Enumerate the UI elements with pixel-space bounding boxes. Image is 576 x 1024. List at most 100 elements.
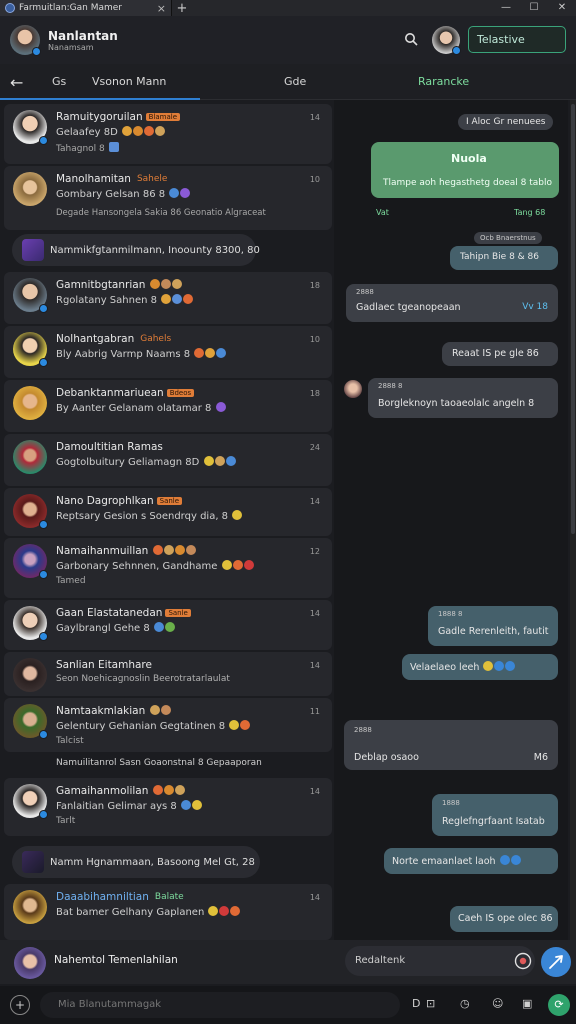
list-item[interactable]: Debanktanmariuean Bdeos By Aanter Gelanam… [4, 380, 332, 432]
message-text: Norte emaanlaet laoh [392, 856, 496, 867]
search-icon[interactable] [404, 32, 418, 46]
avatar [13, 890, 47, 924]
list-item[interactable]: Nolhantgabran Gahels Bly Aabrig Varmp Naa… [4, 326, 332, 378]
tab-gde[interactable]: Gde [284, 75, 306, 88]
channel-pill[interactable]: Nammikfgtanmilmann, Inoounty 8300, 80 [12, 234, 260, 266]
list-item[interactable]: Damoultitian Ramas Gogtolbuitury Geliama… [4, 434, 332, 486]
list-item[interactable]: Nano Dagrophlkan Sanle Reptsary Gesion s … [4, 488, 332, 536]
chat-thread: I Aloc Gr nenuees Nuola Tlampe aoh hegas… [334, 100, 568, 940]
bottom-input[interactable]: Mia Blanutammagak [40, 992, 400, 1018]
tab-close-icon[interactable]: × [157, 2, 166, 15]
title-bar: Farmuitlan:Gan Mamer × + — ☐ ✕ [0, 0, 576, 16]
avatar [13, 386, 47, 420]
emoji-icon [149, 279, 160, 289]
close-window-button[interactable]: ✕ [548, 0, 576, 16]
header-name: Nanlantan [48, 28, 118, 43]
message-bubble[interactable]: 1888 Reglefngrfaant Isatab [432, 794, 558, 836]
online-status-icon[interactable]: ⟳ [548, 994, 570, 1016]
tab-gs[interactable]: Gs [52, 75, 66, 88]
list-item[interactable]: Sanlian Eitamhare Seon Noehicagnoslin Be… [4, 652, 332, 696]
list-item[interactable]: Namaihanmuillan Garbonary Sehnnen, Gandh… [4, 538, 332, 598]
message-text: Reaat IS pe gle 86 [452, 348, 539, 359]
avatar [13, 172, 47, 206]
list-item-subtext: Tarlt [56, 816, 76, 826]
emoji-icon [169, 188, 180, 198]
emoji-icon [232, 560, 243, 570]
list-item[interactable]: Daaabihamniltian Balate Bat bamer Gelhany… [4, 884, 332, 940]
emoji-icon [121, 126, 132, 136]
message-bubble[interactable]: Reaat IS pe gle 86 [442, 342, 558, 366]
chat-scrollbar[interactable] [570, 100, 576, 940]
timer-icon[interactable]: ◷ [460, 997, 470, 1010]
list-item[interactable]: Gamaihanmolilan Fanlaitian Gelimar ays 8… [4, 778, 332, 836]
message-bubble[interactable]: Ocb Bnaerstnus [474, 232, 542, 244]
file-icon [108, 142, 119, 152]
message-time: 1888 [442, 799, 460, 807]
sticker-icon[interactable]: ▣ [522, 997, 532, 1010]
message-bubble[interactable]: Nuola Tlampe aoh hegasthetg doeal 8 tabl… [371, 142, 559, 198]
window-controls: — ☐ ✕ [492, 0, 576, 16]
list-item-name: Daaabihamniltian [56, 891, 149, 903]
emoji-icon [499, 855, 510, 865]
verified-badge-icon [39, 810, 48, 819]
profile-avatar[interactable] [432, 26, 461, 55]
list-item-subtext: Degade Hansongela Sakia 86 Geonatio Algr… [56, 208, 266, 218]
message-text: Tlampe aoh hegasthetg doeal 8 tablo [383, 178, 552, 188]
browser-tab[interactable]: Farmuitlan:Gan Mamer × [0, 0, 172, 16]
status-button[interactable]: Telastive [468, 26, 566, 53]
emoji-icon [225, 456, 236, 466]
text-format-icon[interactable]: D [412, 997, 420, 1010]
message-input[interactable]: Redaltenk [345, 946, 535, 976]
maximize-button[interactable]: ☐ [520, 0, 548, 16]
status-tag: Sahele [136, 174, 168, 184]
list-item[interactable]: Gaan Elastatanedan Sanle Gaylbrangl Gehe … [4, 600, 332, 650]
list-item[interactable]: Manolhamitan Sahele Gombary Gelsan 86 8 D… [4, 166, 332, 230]
message-bubble[interactable]: I Aloc Gr nenuees [458, 114, 554, 130]
keyboard-icon[interactable]: ⊡ [426, 997, 435, 1010]
message-bubble[interactable]: 2888 Gadlaec tgeanopeaan Vv 18 [346, 284, 558, 322]
emoji-picker-icon[interactable]: ☺ [492, 997, 503, 1010]
list-item-preview: Bly Aabrig Varmp Naams 8 [56, 349, 191, 360]
list-item-time: 14 [309, 787, 320, 796]
message-bubble[interactable]: Norte emaanlaet laoh [384, 848, 558, 874]
minimize-button[interactable]: — [492, 0, 520, 16]
list-item[interactable]: Namtaakmlakian Gelentury Gehanian Gegtat… [4, 698, 332, 752]
status-tag: Blamale [145, 113, 181, 121]
sender-avatar[interactable] [344, 380, 362, 398]
message-text: Ocb Bnaerstnus [480, 234, 536, 242]
channel-pill[interactable]: Namm Hgnammaan, Basoong Mel Gt, 28 [12, 846, 260, 878]
emoji-icon [232, 510, 243, 520]
message-bubble[interactable]: Tahipn Bie 8 & 86 [450, 246, 558, 270]
composer-avatar[interactable] [14, 947, 46, 979]
tab-rarancke[interactable]: Rarancke [418, 75, 469, 88]
message-bubble[interactable]: 2888 Deblap osaoo M6 [344, 720, 558, 770]
emoji-icon [161, 294, 172, 304]
channel-thumbnail-icon [22, 851, 44, 873]
add-attachment-button[interactable]: + [10, 995, 30, 1015]
tab-vsonon[interactable]: Vsonon Mann [92, 75, 166, 88]
list-item-preview: Garbonary Sehnnen, Gandhame [56, 561, 218, 572]
channel-thumbnail-icon [22, 239, 44, 261]
list-item[interactable]: Ramuitygoruilan Blamale Gelaafey 8D Tahag… [4, 104, 332, 164]
emoji-icon [143, 126, 154, 136]
list-item[interactable]: Gamnitbgtanrian Rgolatany Sahnen 8 18 [4, 272, 332, 324]
avatar [13, 658, 47, 692]
tabs-row: ← Gs Vsonon Mann Gde Rarancke [0, 64, 576, 100]
send-button[interactable] [541, 947, 571, 977]
avatar [13, 440, 47, 474]
message-bubble[interactable]: 1888 8 Gadle Rerenleith, fautit [428, 606, 558, 646]
list-item-name: Nano Dagrophlkan [56, 495, 154, 507]
emoji-icon [510, 855, 521, 865]
message-bubble[interactable]: 2888 8 Borgleknoyn taoaeolalc angeln 8 [368, 378, 558, 418]
message-text: I Aloc Gr nenuees [466, 117, 546, 127]
camera-icon[interactable] [514, 952, 532, 970]
new-tab-button[interactable]: + [172, 1, 192, 16]
scrollbar-thumb[interactable] [571, 104, 575, 534]
back-arrow-icon[interactable]: ← [10, 73, 23, 92]
emoji-icon [215, 402, 226, 412]
avatar [13, 278, 48, 313]
message-bubble[interactable]: Caeh IS ope olec 86 [450, 906, 558, 932]
header-avatar[interactable] [10, 25, 41, 56]
list-item-time: 18 [309, 281, 320, 290]
message-bubble[interactable]: Velaelaeo leeh [402, 654, 558, 680]
